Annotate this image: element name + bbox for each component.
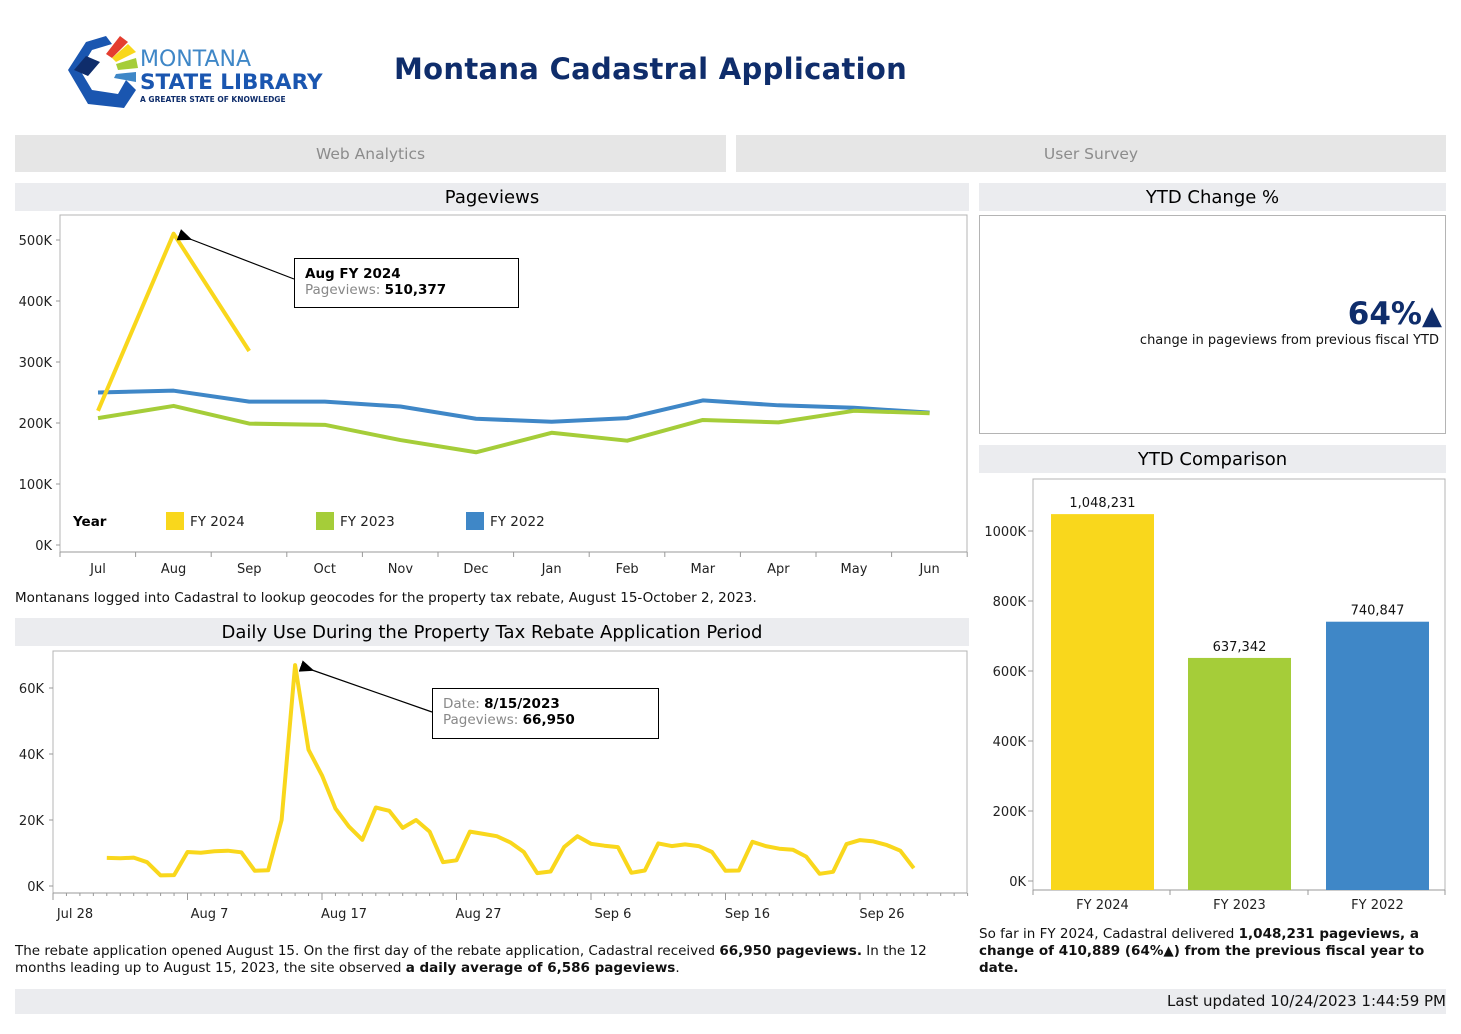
y-tick-label: 300K [19,356,53,371]
logo-tagline: A GREATER STATE OF KNOWLEDGE [140,95,286,104]
x-tick-label: Apr [767,562,790,577]
x-tick-label: Sep 6 [595,907,632,922]
y-tick-label: 500K [19,234,53,249]
y-tick-label: 200K [19,417,53,432]
annotation-label: Pageviews: [305,282,381,298]
bar-fy-2024 [1051,514,1154,890]
ytd-comparison-caption: So far in FY 2024, Cadastral delivered 1… [979,926,1449,977]
legend-swatch-fy-2022 [466,512,484,530]
x-tick-label: Dec [463,562,488,577]
pageviews-annotation: Aug FY 2024 Pageviews: 510,377 [294,258,519,308]
daily-caption: The rebate application opened August 15.… [15,943,965,977]
ytd-caption-part1: So far in FY 2024, Cadastral delivered [979,926,1239,942]
y-tick-label: 20K [19,814,45,829]
x-tick-label: FY 2024 [1076,898,1129,913]
bar-data-label: 1,048,231 [1069,496,1135,511]
pageviews-header: Pageviews [15,183,969,211]
logo-line2: STATE LIBRARY [140,70,323,95]
x-tick-label: Sep [237,562,262,577]
y-tick-label: 0K [35,539,52,554]
annotation-pv-value: 66,950 [522,712,575,728]
x-tick-label: Sep 26 [859,907,904,922]
annotation-value: 510,377 [384,282,447,298]
x-tick-label: Aug 27 [455,907,501,922]
x-tick-label: Aug 7 [191,907,229,922]
daily-caption-part1: The rebate application opened August 15.… [15,943,720,959]
logo-line1: MONTANA [140,47,251,72]
annotation-title: Aug FY 2024 [305,266,401,282]
up-arrow-icon: ▲ [1422,301,1442,331]
legend-swatch-fy-2023 [316,512,334,530]
y-tick-label: 100K [19,478,53,493]
logo-graphic: MONTANA STATE LIBRARY A GREATER STATE OF… [68,36,323,108]
last-updated: Last updated 10/24/2023 1:44:59 PM [1167,992,1446,1010]
legend-title: Year [72,514,107,530]
legend-label: FY 2024 [190,514,245,530]
ytd-change-subtitle: change in pageviews from previous fiscal… [1139,333,1439,348]
y-tick-label: 1000K [984,525,1026,540]
daily-use-header: Daily Use During the Property Tax Rebate… [15,618,969,646]
x-tick-label: Feb [616,562,639,577]
x-tick-label: Sep 16 [725,907,770,922]
daily-annotation: Date: 8/15/2023 Pageviews: 66,950 [432,688,659,739]
annotation-date-label: Date: [443,696,480,712]
ytd-change-header: YTD Change % [979,183,1446,211]
x-tick-label: May [841,562,868,577]
ytd-comparison-header: YTD Comparison [979,445,1446,473]
page-title: Montana Cadastral Application [394,52,908,86]
y-tick-label: 800K [993,595,1027,610]
montana-state-library-logo[interactable]: MONTANA STATE LIBRARY A GREATER STATE OF… [66,32,336,110]
x-tick-label: Oct [314,562,336,577]
legend-label: FY 2023 [340,514,395,530]
logo-ray-blue [114,72,136,82]
x-tick-label: Mar [691,562,716,577]
x-tick-label: FY 2022 [1351,898,1404,913]
legend-label: FY 2022 [490,514,545,530]
x-tick-label: Jan [541,562,562,577]
daily-caption-bold1: 66,950 pageviews. [719,943,862,959]
x-tick-label: Jun [918,562,939,577]
tab-user-survey[interactable]: User Survey [736,135,1446,172]
x-tick-label: Aug [161,562,186,577]
y-tick-label: 600K [993,665,1027,680]
ytd-comparison-chart: 0K 200K 400K 600K 800K 1000K 1,048,231 FY 2024 6… [975,473,1461,923]
y-tick-label: 0K [27,880,44,895]
bar-data-label: 637,342 [1213,640,1267,655]
pageviews-caption: Montanans logged into Cadastral to looku… [15,590,757,606]
ytd-comparison-chart-svg: 0K 200K 400K 600K 800K 1000K 1,048,231 FY 2024 6… [984,478,1446,913]
y-tick-label: 60K [19,682,45,697]
tab-web-analytics[interactable]: Web Analytics [15,135,726,172]
daily-caption-part3: . [675,960,680,976]
legend-swatch-fy-2024 [166,512,184,530]
y-tick-label: 0K [1009,875,1026,890]
x-tick-label: Nov [388,562,414,577]
ytd-change-percent: 64% [1347,296,1422,332]
x-tick-label: Jul [89,562,106,577]
x-tick-label: Aug 17 [321,907,367,922]
y-tick-label: 400K [993,735,1027,750]
x-tick-label: Jul 28 [56,907,93,922]
y-tick-label: 400K [19,295,53,310]
annotation-pv-label: Pageviews: [443,712,519,728]
y-tick-label: 40K [19,748,45,763]
bar-fy-2022 [1326,621,1429,890]
ytd-change-value: 64%▲ [1348,296,1442,332]
annotation-date-value: 8/15/2023 [484,696,560,712]
x-tick-label: FY 2023 [1213,898,1266,913]
y-tick-label: 200K [993,805,1027,820]
daily-caption-bold2: a daily average of 6,586 pageviews [405,960,676,976]
bar-fy-2023 [1188,657,1291,890]
bar-data-label: 740,847 [1351,604,1405,619]
